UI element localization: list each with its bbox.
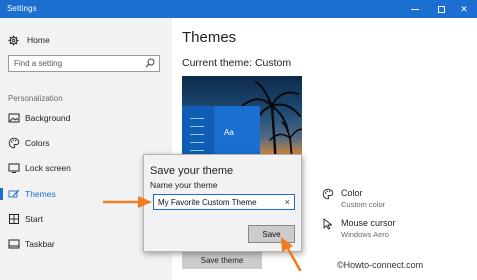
search-placeholder: Find a setting — [14, 59, 63, 68]
title-bar: Settings ✕ — [0, 0, 477, 18]
close-button[interactable]: ✕ — [451, 0, 477, 18]
sidebar-item-label: Lock screen — [25, 163, 71, 173]
mouse-cursor-setting-title[interactable]: Mouse cursor — [341, 218, 396, 228]
sidebar-item-label: Themes — [25, 189, 56, 199]
preview-menu-line — [190, 142, 204, 143]
gear-icon — [8, 35, 19, 45]
sidebar-item-label: Home — [27, 35, 50, 45]
sidebar-item-colors[interactable]: Colors — [0, 134, 172, 152]
minimize-button[interactable] — [402, 0, 428, 18]
grid-icon — [9, 214, 19, 224]
clear-icon[interactable]: × — [285, 197, 290, 207]
preview-menu-line — [190, 126, 204, 127]
sidebar-item-background[interactable]: Background — [0, 109, 172, 127]
maximize-icon — [437, 5, 445, 13]
dialog-title: Save your theme — [150, 165, 234, 177]
page-title: Themes — [182, 29, 237, 46]
current-theme-label: Current theme: Custom — [182, 57, 292, 69]
dialog-field-label: Name your theme — [150, 180, 218, 190]
search-input[interactable]: Find a setting — [8, 55, 160, 72]
monitor-icon — [8, 163, 20, 173]
dialog-save-button[interactable]: Save — [248, 225, 295, 243]
theme-name-value: My Favorite Custom Theme — [158, 198, 257, 207]
preview-menu-line — [190, 150, 204, 151]
window-title: Settings — [7, 4, 37, 13]
minimize-icon — [411, 8, 419, 10]
picture-icon — [8, 113, 20, 123]
palette-icon[interactable] — [322, 188, 334, 200]
brush-icon — [8, 189, 20, 198]
sidebar-item-label: Colors — [25, 138, 50, 148]
color-setting-value: Custom color — [341, 200, 386, 209]
search-icon[interactable] — [145, 58, 155, 68]
close-icon: ✕ — [460, 3, 468, 14]
sidebar-item-label: Taskbar — [25, 239, 55, 249]
settings-window: Settings ✕ Home Find a setting Personali… — [0, 0, 477, 280]
active-indicator — [0, 188, 3, 200]
preview-menu-line — [190, 118, 204, 119]
theme-name-input[interactable]: My Favorite Custom Theme × — [153, 194, 295, 210]
save-theme-dialog: Save your theme Name your theme My Favor… — [143, 154, 302, 252]
preview-sample-text: Aa — [224, 128, 234, 137]
sidebar-item-home[interactable]: Home — [8, 33, 50, 47]
palette-icon — [8, 137, 20, 149]
color-setting-title[interactable]: Color — [341, 188, 363, 198]
sidebar-item-label: Start — [25, 214, 43, 224]
save-theme-button[interactable]: Save theme — [182, 251, 262, 269]
watermark: ©Howto-connect.com — [337, 260, 424, 270]
preview-menu-line — [190, 134, 204, 135]
taskbar-icon — [8, 239, 20, 249]
mouse-cursor-setting-value: Windows Aero — [341, 230, 389, 239]
cursor-icon[interactable] — [323, 218, 334, 230]
section-heading: Personalization — [8, 94, 63, 103]
sidebar-item-label: Background — [25, 113, 71, 123]
